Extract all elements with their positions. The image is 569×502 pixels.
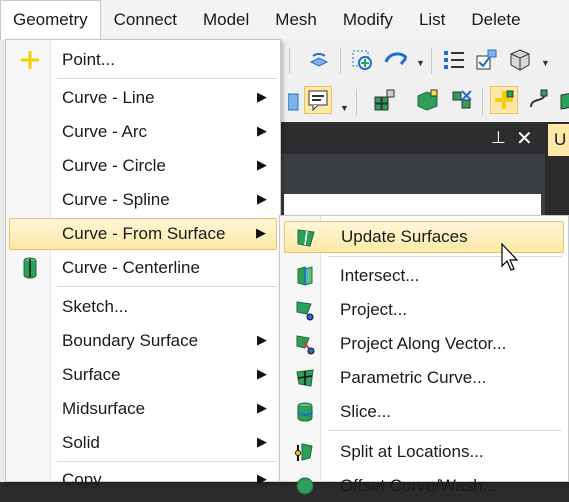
menu-separator bbox=[57, 461, 277, 462]
submenu-arrow-icon: ▶ bbox=[257, 89, 267, 104]
panel-tab[interactable]: U bbox=[548, 124, 569, 156]
submenu-arrow-icon: ▶ bbox=[257, 191, 267, 206]
submenu-arrow-icon: ▶ bbox=[256, 225, 266, 240]
curve-toolbar-icon[interactable] bbox=[524, 86, 552, 114]
submenu-arrow-icon: ▶ bbox=[257, 434, 267, 449]
solid-green-icon[interactable] bbox=[414, 86, 442, 114]
menu-item-curve-from-surface[interactable]: Curve - From Surface ▶ bbox=[9, 218, 277, 250]
check-list-icon[interactable] bbox=[472, 46, 500, 74]
menu-item-solid[interactable]: Solid ▶ bbox=[9, 427, 277, 459]
menu-item-intersect[interactable]: Intersect... bbox=[284, 260, 564, 292]
point-toolbar-icon[interactable] bbox=[490, 86, 518, 114]
curve-from-surface-submenu: Update Surfaces Intersect... Project... … bbox=[279, 215, 569, 495]
select-region-icon[interactable] bbox=[348, 46, 376, 74]
submenu-arrow-icon: ▶ bbox=[257, 123, 267, 138]
close-icon[interactable]: ✕ bbox=[516, 126, 533, 151]
submenu-arrow-icon: ▶ bbox=[257, 400, 267, 415]
menu-item-curve-line[interactable]: Curve - Line ▶ bbox=[9, 82, 277, 114]
split-at-locations-icon bbox=[292, 440, 318, 464]
menu-item-curve-centerline[interactable]: Curve - Centerline bbox=[9, 252, 277, 284]
submenu-arrow-icon: ▶ bbox=[257, 332, 267, 347]
cube-view-icon[interactable] bbox=[506, 46, 534, 74]
menu-separator bbox=[328, 430, 562, 431]
project-along-vector-icon bbox=[292, 332, 318, 356]
menu-list[interactable]: List bbox=[406, 0, 458, 40]
cube-view-dropdown-icon[interactable]: ▼ bbox=[541, 58, 550, 68]
update-surfaces-icon bbox=[293, 226, 319, 250]
toolbar-separator bbox=[356, 89, 357, 115]
menu-separator bbox=[57, 286, 277, 287]
menu-item-split-at-locations[interactable]: Split at Locations... bbox=[284, 436, 564, 468]
slice-icon bbox=[292, 400, 318, 424]
mesh-grid-icon[interactable] bbox=[370, 86, 398, 114]
menu-connect[interactable]: Connect bbox=[101, 0, 190, 40]
menu-item-midsurface[interactable]: Midsurface ▶ bbox=[9, 393, 277, 425]
menu-bar: Geometry Connect Model Mesh Modify List … bbox=[0, 0, 569, 41]
toolbar-separator bbox=[482, 89, 483, 115]
mouse-cursor-icon bbox=[500, 242, 520, 277]
offset-curve-icon bbox=[292, 474, 318, 498]
menu-item-surface[interactable]: Surface ▶ bbox=[9, 359, 277, 391]
project-icon bbox=[292, 298, 318, 322]
orbit-icon[interactable] bbox=[382, 46, 410, 74]
menu-model[interactable]: Model bbox=[190, 0, 262, 40]
delete-mesh-icon[interactable] bbox=[448, 86, 476, 114]
menu-separator bbox=[328, 256, 562, 257]
menu-item-boundary-surface[interactable]: Boundary Surface ▶ bbox=[9, 325, 277, 357]
surface-toolbar-icon[interactable] bbox=[553, 86, 569, 114]
point-plus-icon bbox=[17, 48, 43, 72]
orbit-dropdown-icon[interactable]: ▼ bbox=[416, 58, 425, 68]
menu-item-curve-circle[interactable]: Curve - Circle ▶ bbox=[9, 150, 277, 182]
cylinder-icon bbox=[17, 256, 43, 280]
menu-item-project-along-vector[interactable]: Project Along Vector... bbox=[284, 328, 564, 360]
menu-mesh[interactable]: Mesh bbox=[262, 0, 330, 40]
toolbar-separator bbox=[340, 48, 341, 74]
menu-item-update-surfaces[interactable]: Update Surfaces bbox=[284, 221, 564, 253]
list-icon[interactable] bbox=[440, 46, 468, 74]
menu-item-sketch[interactable]: Sketch... bbox=[9, 291, 277, 323]
submenu-arrow-icon: ▶ bbox=[257, 157, 267, 172]
menu-item-project[interactable]: Project... bbox=[284, 294, 564, 326]
rotate-view-icon[interactable] bbox=[305, 46, 333, 74]
toolbar-separator bbox=[431, 48, 432, 74]
menu-modify[interactable]: Modify bbox=[330, 0, 406, 40]
panel-header: ⊥ ✕ bbox=[280, 122, 545, 154]
menu-item-slice[interactable]: Slice... bbox=[284, 396, 564, 428]
menu-item-point[interactable]: Point... bbox=[9, 44, 277, 76]
pin-icon[interactable]: ⊥ bbox=[491, 128, 506, 148]
message-dropdown-icon[interactable]: ▼ bbox=[340, 103, 349, 113]
menu-item-curve-spline[interactable]: Curve - Spline ▶ bbox=[9, 184, 277, 216]
menu-item-curve-arc[interactable]: Curve - Arc ▶ bbox=[9, 116, 277, 148]
menu-geometry[interactable]: Geometry bbox=[0, 0, 101, 40]
message-icon[interactable] bbox=[304, 86, 332, 114]
menu-item-offset-curve[interactable]: Offset Curve/Wash... bbox=[284, 470, 564, 502]
parametric-curve-icon bbox=[292, 366, 318, 390]
menu-item-parametric-curve[interactable]: Parametric Curve... bbox=[284, 362, 564, 394]
intersect-icon bbox=[292, 264, 318, 288]
geometry-menu: Point... Curve - Line ▶ Curve - Arc ▶ Cu… bbox=[5, 39, 281, 489]
menu-item-copy[interactable]: Copy ▶ bbox=[9, 464, 277, 496]
submenu-arrow-icon: ▶ bbox=[257, 366, 267, 381]
menu-delete[interactable]: Delete bbox=[458, 0, 533, 40]
menu-separator bbox=[57, 78, 277, 79]
submenu-arrow-icon: ▶ bbox=[257, 471, 267, 486]
toolbar-separator bbox=[289, 48, 290, 74]
